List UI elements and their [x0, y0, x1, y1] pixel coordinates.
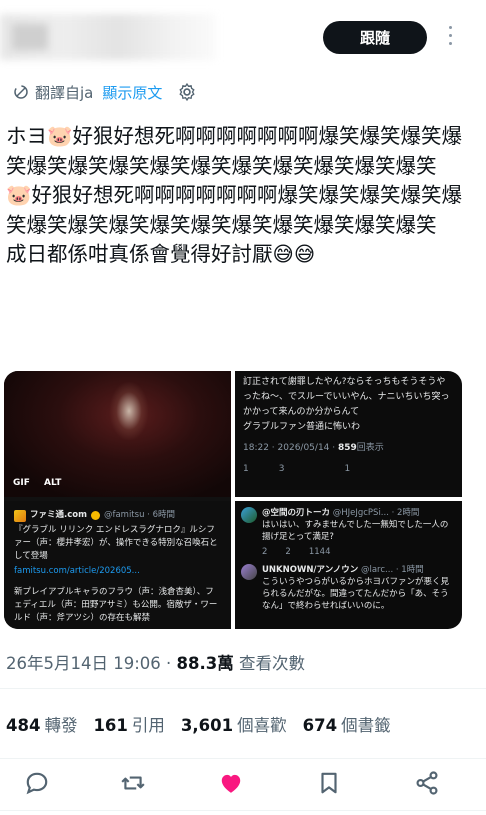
bookmark-icon: [321, 772, 337, 794]
likes-stat[interactable]: 3,601 個喜歡: [181, 712, 287, 736]
share-button[interactable]: [414, 770, 442, 798]
quote-text-2: 新プレイアブルキャラのフラウ（声：浅倉杏美）、フェディエル（声：田野アサミ）も公…: [14, 587, 218, 623]
avatar: [241, 564, 257, 580]
view-count: 88.3萬: [176, 654, 234, 673]
reply-author: @空間の刃トーカ: [262, 508, 331, 518]
famitsu-avatar: [14, 509, 26, 522]
reply-author: UNKNOWN/アンノウン: [262, 565, 359, 575]
tweet-paragraph: ホヨ🐷好狠好想死啊啊啊啊啊啊啊爆笑爆笑爆笑爆笑爆笑爆笑爆笑爆笑爆笑爆笑爆笑爆笑爆…: [6, 124, 463, 178]
likes-count: 3,601: [180, 716, 234, 735]
translation-bar: 翻譯自ja 顯示原文: [12, 80, 197, 104]
quoted-tweet-screenshot[interactable]: ファミ通.com @famitsu · 6時間 『グラブル リリンク エンドレス…: [4, 501, 231, 629]
blurred-author-info: [0, 14, 215, 60]
retweets-stat[interactable]: 484 轉發: [6, 712, 77, 736]
retweet-count: 3: [278, 464, 285, 474]
retweet-count: 2: [285, 547, 291, 557]
reply-button[interactable]: [24, 770, 52, 798]
media-left-column: GIF ALT ファミ通.com @famitsu · 6時間 『グラブル リリ…: [4, 371, 231, 629]
gif-media[interactable]: GIF ALT: [4, 371, 231, 497]
reply-meta: @HJeJgcPSi... · 2時間: [332, 508, 420, 518]
action-bar: [0, 770, 486, 800]
reply-item: UNKNOWN/アンノウン @larc... · 1時間 こういうやつらがいるか…: [241, 564, 456, 612]
retweets-label: 轉發: [44, 716, 78, 735]
views-count: 1144: [308, 547, 331, 557]
share-icon: [416, 771, 438, 795]
media-grid: GIF ALT ファミ通.com @famitsu · 6時間 『グラブル リリ…: [4, 371, 462, 629]
bookmarks-stat[interactable]: 674 個書籤: [303, 712, 391, 736]
tweet-header: 跟隨: [0, 0, 486, 74]
quotes-label: 引用: [131, 716, 165, 735]
divider: [0, 810, 486, 811]
reply-count: 1: [243, 464, 249, 474]
screenshot-tweet-top-right[interactable]: 訂正されて謝罪したやん?ならそっちもそうそうやったね〜、でスルーでいいやん、ナニ…: [235, 371, 462, 497]
tweet-timestamp: 26年5月14日 19:06 · 88.3萬 查看次數: [6, 650, 305, 674]
tweet-body: ホヨ🐷好狠好想死啊啊啊啊啊啊啊爆笑爆笑爆笑爆笑爆笑爆笑爆笑爆笑爆笑爆笑爆笑爆笑爆…: [6, 122, 476, 270]
quote-author-name: ファミ通.com: [30, 510, 87, 520]
screenshot-time: 18:22 · 2026/05/14 ·: [243, 443, 338, 453]
show-original-link[interactable]: 顯示原文: [102, 82, 162, 103]
follow-button[interactable]: 跟隨: [323, 21, 427, 54]
reply-icon: [26, 772, 48, 795]
quote-link: famitsu.com/article/202605...: [14, 566, 140, 576]
reply-text: こういうやつらがいるからホヨバファンが悪く見られるんだがな。間違ってたんだから「…: [262, 577, 450, 611]
bookmark-button[interactable]: [316, 770, 344, 798]
retweet-icon: [121, 776, 145, 790]
quote-text: 『グラブル リリンク エンドレスラグナロク』ルシファー（声：櫻井孝宏）が、操作で…: [14, 525, 218, 561]
bookmarks-count: 674: [302, 716, 338, 735]
avatar: [241, 507, 257, 523]
divider: [0, 758, 486, 759]
verified-icon: [90, 511, 100, 520]
likes-label: 個喜歡: [237, 716, 287, 735]
translated-from-label: 翻譯自ja: [35, 83, 94, 102]
screenshot-meta: 18:22 · 2026/05/14 · 859回表示: [243, 441, 454, 456]
bookmarks-label: 個書籤: [341, 716, 391, 735]
alt-badge[interactable]: ALT: [44, 478, 61, 488]
translate-icon: [14, 85, 28, 99]
screenshot-views: 859: [337, 443, 357, 453]
screenshot-text: グラブルファン普通に怖いわ: [243, 422, 361, 432]
reply-meta: @larc... · 1時間: [360, 565, 424, 575]
quote-handle: @famitsu · 6時間: [103, 510, 175, 520]
reply-text: はいはい、すみませんでした一無知でした一人の揚げ足とって満足?: [262, 520, 449, 542]
retweets-count: 484: [6, 716, 41, 735]
screenshot-views-label: 回表示: [356, 443, 384, 453]
reply-item: @空間の刃トーカ @HJeJgcPSi... · 2時間 はいはい、すみませんで…: [241, 507, 456, 558]
like-button[interactable]: [218, 770, 246, 798]
more-options-icon[interactable]: [444, 26, 456, 48]
view-count-label: 查看次數: [233, 654, 305, 673]
screenshot-actions: 1 3 1: [243, 462, 454, 477]
screenshot-text: 訂正されて謝罪したやん?ならそっちもそうそうやったね〜、でスルーでいいやん、ナニ…: [243, 377, 450, 417]
reply-count: 2: [262, 547, 268, 557]
retweet-button[interactable]: [120, 770, 148, 798]
quotes-stat[interactable]: 161 引用: [93, 712, 164, 736]
bookmark-count: 1: [344, 464, 351, 474]
divider: [0, 688, 486, 689]
heart-icon: [221, 774, 241, 793]
quotes-count: 161: [93, 716, 128, 735]
tweet-paragraph: 成日都係咁真係會覺得好討厭😅😅: [6, 242, 316, 266]
tweet-paragraph: 🐷好狠好想死啊啊啊啊啊啊啊爆笑爆笑爆笑爆笑爆笑爆笑爆笑爆笑爆笑爆笑爆笑爆笑爆笑爆…: [6, 183, 463, 237]
gear-icon[interactable]: [177, 82, 197, 102]
screenshot-replies-bottom-right[interactable]: @空間の刃トーカ @HJeJgcPSi... · 2時間 はいはい、すみませんで…: [235, 501, 462, 629]
gif-badge: GIF: [13, 478, 30, 488]
datetime[interactable]: 26年5月14日 19:06 ·: [6, 654, 177, 673]
engagement-stats: 484 轉發 161 引用 3,601 個喜歡 674 個書籤: [6, 712, 391, 736]
